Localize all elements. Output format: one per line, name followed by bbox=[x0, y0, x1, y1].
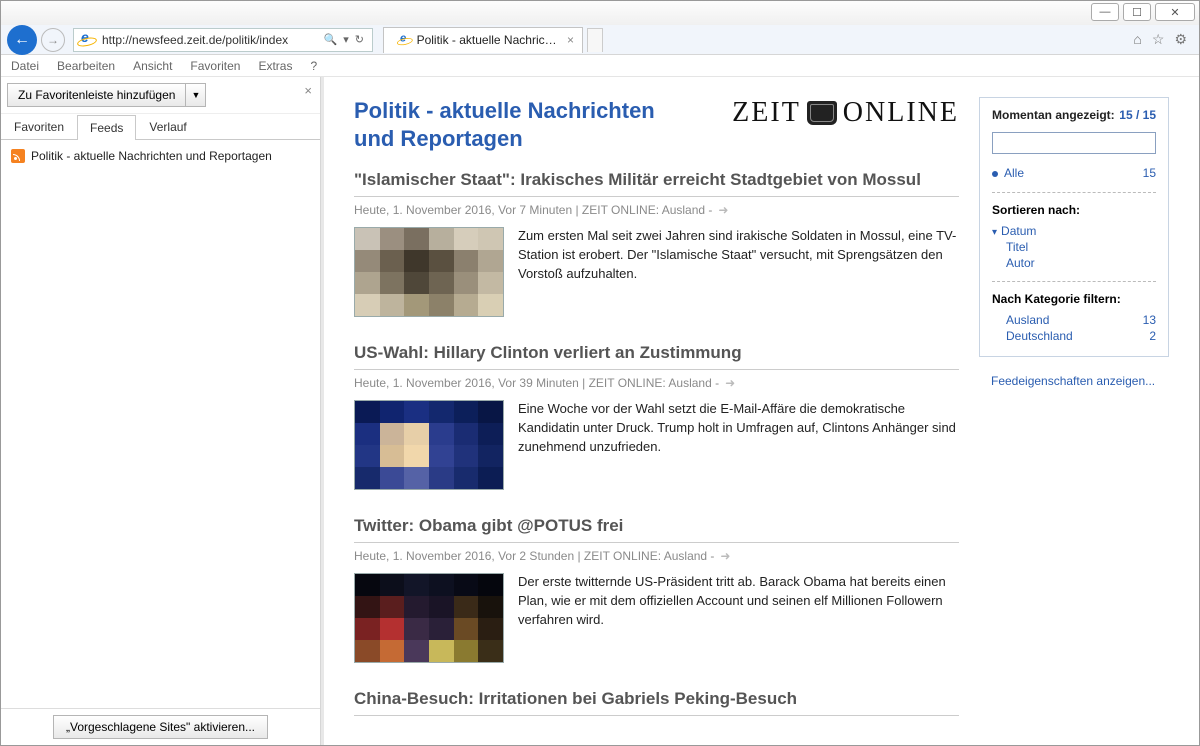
nav-toolbar: ← → 🔍 ▾ ↻ Politik - aktuelle Nachrichte.… bbox=[1, 25, 1199, 55]
window-close-button[interactable]: ✕ bbox=[1155, 3, 1195, 21]
menu-favoriten[interactable]: Favoriten bbox=[190, 59, 240, 73]
ie-icon bbox=[78, 31, 96, 49]
currently-shown-label: Momentan angezeigt: bbox=[992, 108, 1115, 122]
favorites-star-icon[interactable]: ☆ bbox=[1152, 31, 1165, 48]
category-deutschland[interactable]: Deutschland2 bbox=[992, 328, 1156, 344]
menu-bearbeiten[interactable]: Bearbeiten bbox=[57, 59, 115, 73]
article-title[interactable]: US-Wahl: Hillary Clinton verliert an Zus… bbox=[354, 343, 959, 367]
category-ausland[interactable]: Ausland13 bbox=[992, 312, 1156, 328]
article-meta: Heute, 1. November 2016, Vor 39 Minuten … bbox=[354, 376, 959, 390]
filter-all-count: 15 bbox=[1143, 166, 1156, 180]
menu-bar: Datei Bearbeiten Ansicht Favoriten Extra… bbox=[1, 55, 1199, 77]
sort-label: Sortieren nach: bbox=[992, 203, 1156, 217]
article-title[interactable]: "Islamischer Staat": Irakisches Militär … bbox=[354, 170, 959, 194]
menu-ansicht[interactable]: Ansicht bbox=[133, 59, 172, 73]
content-scroll[interactable]: Politik - aktuelle Nachrichten und Repor… bbox=[324, 77, 1199, 745]
menu-help[interactable]: ? bbox=[310, 59, 317, 73]
tab-favicon bbox=[398, 33, 411, 47]
suggested-sites-button[interactable]: „Vorgeschlagene Sites" aktivieren... bbox=[53, 715, 268, 739]
feed-title[interactable]: Politik - aktuelle Nachrichten und Repor… bbox=[354, 97, 694, 152]
url-input[interactable] bbox=[100, 33, 316, 47]
titlebar: — ☐ ✕ bbox=[1, 1, 1199, 25]
filter-all[interactable]: Alle bbox=[992, 166, 1024, 180]
article: "Islamischer Staat": Irakisches Militär … bbox=[354, 170, 959, 317]
sort-datum[interactable]: Datum bbox=[992, 223, 1156, 239]
favorites-pane-close-icon[interactable]: × bbox=[304, 83, 312, 98]
article-thumbnail[interactable] bbox=[354, 573, 504, 663]
divider bbox=[354, 196, 959, 197]
article-summary: Eine Woche vor der Wahl setzt die E-Mail… bbox=[518, 400, 959, 490]
feed-list-item[interactable]: Politik - aktuelle Nachrichten und Repor… bbox=[9, 146, 312, 166]
menu-datei[interactable]: Datei bbox=[11, 59, 39, 73]
article-thumbnail[interactable] bbox=[354, 400, 504, 490]
feed-properties-link[interactable]: Feedeigenschaften anzeigen... bbox=[979, 373, 1169, 390]
article: Twitter: Obama gibt @POTUS frei Heute, 1.… bbox=[354, 516, 959, 663]
tab-title: Politik - aktuelle Nachrichte... bbox=[417, 33, 559, 47]
goto-arrow-icon[interactable]: ➜ bbox=[718, 203, 728, 217]
brand-left: ZEIT bbox=[732, 97, 801, 129]
refresh-icon[interactable]: ↻ bbox=[355, 33, 364, 46]
sort-titel[interactable]: Titel bbox=[992, 239, 1156, 255]
article: China-Besuch: Irritationen bei Gabriels … bbox=[354, 689, 959, 716]
tab-verlauf[interactable]: Verlauf bbox=[136, 114, 199, 139]
brand-logo: ZEIT ONLINE bbox=[732, 97, 959, 129]
favorites-tabs: Favoriten Feeds Verlauf bbox=[1, 114, 320, 140]
brand-crest-icon bbox=[807, 101, 837, 125]
goto-arrow-icon[interactable]: ➜ bbox=[720, 549, 730, 563]
favorites-pane: Zu Favoritenleiste hinzufügen ▼ × Favori… bbox=[1, 77, 321, 745]
feed-main: Politik - aktuelle Nachrichten und Repor… bbox=[354, 97, 959, 742]
article-title[interactable]: China-Besuch: Irritationen bei Gabriels … bbox=[354, 689, 959, 713]
feed-filter-input[interactable] bbox=[992, 132, 1156, 154]
rss-icon bbox=[11, 149, 25, 163]
tab-feeds[interactable]: Feeds bbox=[77, 115, 136, 140]
add-to-favorites-bar-button[interactable]: Zu Favoritenleiste hinzufügen bbox=[7, 83, 186, 107]
article-summary: Der erste twitternde US-Präsident tritt … bbox=[518, 573, 959, 663]
browser-tab[interactable]: Politik - aktuelle Nachrichte... × bbox=[383, 27, 583, 53]
article-title[interactable]: Twitter: Obama gibt @POTUS frei bbox=[354, 516, 959, 540]
window-minimize-button[interactable]: — bbox=[1091, 3, 1119, 21]
address-bar[interactable]: 🔍 ▾ ↻ bbox=[73, 28, 373, 52]
article-meta: Heute, 1. November 2016, Vor 2 Stunden |… bbox=[354, 549, 959, 563]
filter-label: Nach Kategorie filtern: bbox=[992, 292, 1156, 306]
add-to-favorites-dropdown[interactable]: ▼ bbox=[186, 83, 206, 107]
sort-autor[interactable]: Autor bbox=[992, 255, 1156, 271]
tools-gear-icon[interactable]: ⚙ bbox=[1174, 31, 1187, 48]
currently-shown-value: 15 / 15 bbox=[1119, 108, 1156, 122]
url-dropdown-icon[interactable]: ▾ bbox=[343, 33, 349, 46]
brand-right: ONLINE bbox=[843, 97, 959, 129]
new-tab-button[interactable] bbox=[587, 28, 603, 52]
divider bbox=[354, 369, 959, 370]
article-summary: Zum ersten Mal seit zwei Jahren sind ira… bbox=[518, 227, 959, 317]
window-maximize-button[interactable]: ☐ bbox=[1123, 3, 1151, 21]
forward-button[interactable]: → bbox=[41, 28, 65, 52]
tab-favoriten[interactable]: Favoriten bbox=[1, 114, 77, 139]
goto-arrow-icon[interactable]: ➜ bbox=[725, 376, 735, 390]
divider bbox=[354, 542, 959, 543]
article: US-Wahl: Hillary Clinton verliert an Zus… bbox=[354, 343, 959, 490]
search-icon[interactable]: 🔍 bbox=[324, 33, 338, 46]
divider bbox=[354, 715, 959, 716]
article-meta: Heute, 1. November 2016, Vor 7 Minuten |… bbox=[354, 203, 959, 217]
tab-close-icon[interactable]: × bbox=[567, 33, 574, 47]
feed-item-label: Politik - aktuelle Nachrichten und Repor… bbox=[31, 149, 272, 163]
feed-sidebar: Momentan angezeigt: 15 / 15 Alle 15 Sort… bbox=[979, 97, 1169, 742]
article-thumbnail[interactable] bbox=[354, 227, 504, 317]
menu-extras[interactable]: Extras bbox=[258, 59, 292, 73]
home-icon[interactable]: ⌂ bbox=[1133, 31, 1141, 48]
back-button[interactable]: ← bbox=[7, 25, 37, 55]
